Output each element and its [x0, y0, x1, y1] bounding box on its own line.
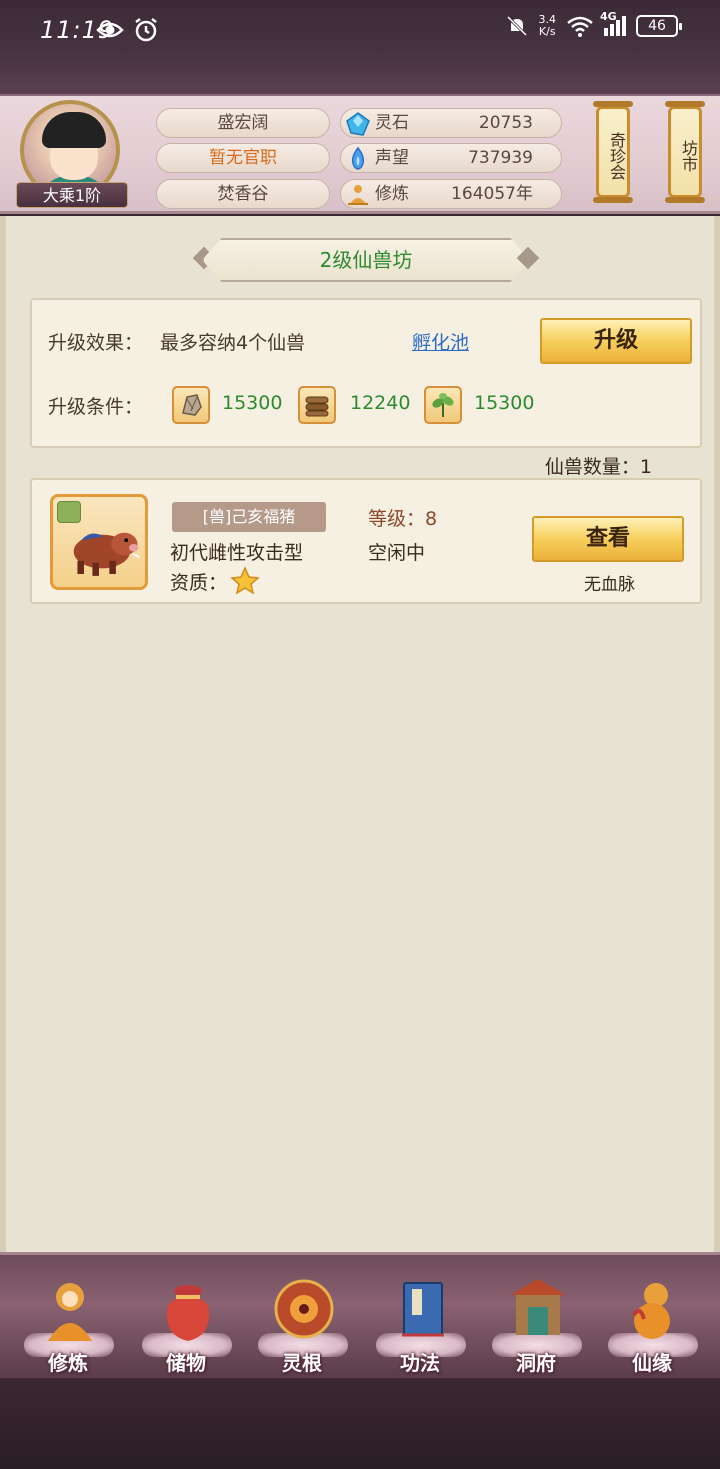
- nav-storage[interactable]: 储物: [136, 1267, 236, 1377]
- beast-portrait[interactable]: [50, 494, 148, 590]
- status-right: 3.4 K/s 4G 46: [505, 10, 682, 38]
- cave-mansion-icon: [510, 1279, 566, 1335]
- resource-reputation: 声望 737939: [340, 143, 562, 173]
- nav-cave-mansion[interactable]: 洞府: [486, 1267, 586, 1377]
- alarm-icon: [135, 18, 157, 42]
- resource-spirit-stone: 灵石 20753: [340, 108, 562, 138]
- view-beast-button[interactable]: 查看: [532, 516, 684, 562]
- spirit-stone-icon: [346, 112, 370, 136]
- top-decor-banner: [0, 62, 720, 96]
- player-name: 盛宏阔: [156, 108, 330, 138]
- beast-level: 等级：8: [368, 508, 438, 530]
- immortal-fate-icon: [632, 1283, 670, 1339]
- eye-icon: [96, 22, 124, 38]
- hatch-pool-link[interactable]: 孵化池: [412, 328, 469, 355]
- nav-technique[interactable]: 功法: [370, 1267, 470, 1377]
- beast-card: [兽]己亥福猪 初代雌性攻击型 资质： 等级：8 空闲中 查看 无血脉: [30, 478, 702, 604]
- beast-status: 空闲中: [368, 542, 426, 564]
- upgrade-effect-label: 升级效果：: [48, 332, 144, 354]
- player-header: 大乘1阶 盛宏阔 暂无官职 焚香谷 灵石 20753 声望 737939 修炼 …: [0, 96, 720, 214]
- upgrade-button[interactable]: 升级: [540, 318, 692, 364]
- nav-immortal-fate[interactable]: 仙缘: [602, 1267, 702, 1377]
- bottom-decor-bar: [0, 1378, 720, 1469]
- market-button[interactable]: 坊市: [665, 101, 705, 203]
- sect-name: 焚香谷: [156, 179, 330, 209]
- wifi-icon: [567, 16, 593, 37]
- beast-workshop-panel: 2级仙兽坊 升级效果： 最多容纳4个仙兽 孵化池 升级 升级条件： 15300 …: [0, 216, 720, 1252]
- upgrade-cost-label: 升级条件：: [48, 396, 144, 418]
- beast-generation: 初代雌性攻击型: [170, 542, 304, 564]
- herb-icon: [424, 386, 462, 424]
- boar-icon: [73, 532, 140, 576]
- net-speed: 3.4 K/s: [538, 13, 557, 38]
- bloodline-status: 无血脉: [584, 575, 635, 595]
- upgrade-effect-value: 最多容纳4个仙兽: [160, 332, 306, 354]
- beast-count: 仙兽数量：1: [544, 456, 652, 478]
- wood-icon: [298, 386, 336, 424]
- spirit-root-icon: [274, 1279, 334, 1339]
- treasure-fair-button[interactable]: 奇珍会: [593, 101, 633, 203]
- nav-spirit-root[interactable]: 灵根: [252, 1267, 352, 1377]
- rank-badge: 大乘1阶: [16, 182, 128, 208]
- bottom-nav: 修炼 储物 灵根 功法 洞府 仙缘: [0, 1252, 720, 1378]
- ore-icon: [172, 386, 210, 424]
- reputation-flame-icon: [351, 146, 365, 170]
- upgrade-card: 升级效果： 最多容纳4个仙兽 孵化池 升级 升级条件： 15300 12240 …: [30, 298, 702, 448]
- official-title[interactable]: 暂无官职: [156, 143, 330, 173]
- panel-title: 2级仙兽坊: [202, 238, 530, 282]
- beast-name-tag: [兽]己亥福猪: [172, 502, 326, 532]
- resource-cultivation: 修炼 164057年: [340, 179, 562, 209]
- status-icons: [96, 16, 160, 44]
- beast-quality-label: 资质：: [170, 572, 228, 594]
- wood-cost: 12240: [350, 392, 411, 414]
- meditation-icon: [348, 185, 368, 205]
- ore-cost: 15300: [222, 392, 283, 414]
- cell-signal: 4G: [600, 10, 626, 36]
- status-bar: 11:19 3.4 K/s 4G 46: [0, 0, 720, 62]
- nav-cultivation[interactable]: 修炼: [18, 1267, 118, 1377]
- storage-bag-icon: [166, 1285, 210, 1341]
- mute-bell-icon: [506, 15, 527, 37]
- technique-book-icon: [402, 1282, 444, 1337]
- star-icon: [230, 566, 260, 595]
- cultivation-icon: [48, 1283, 92, 1341]
- battery-indicator: 46: [636, 15, 682, 37]
- herb-cost: 15300: [474, 392, 535, 414]
